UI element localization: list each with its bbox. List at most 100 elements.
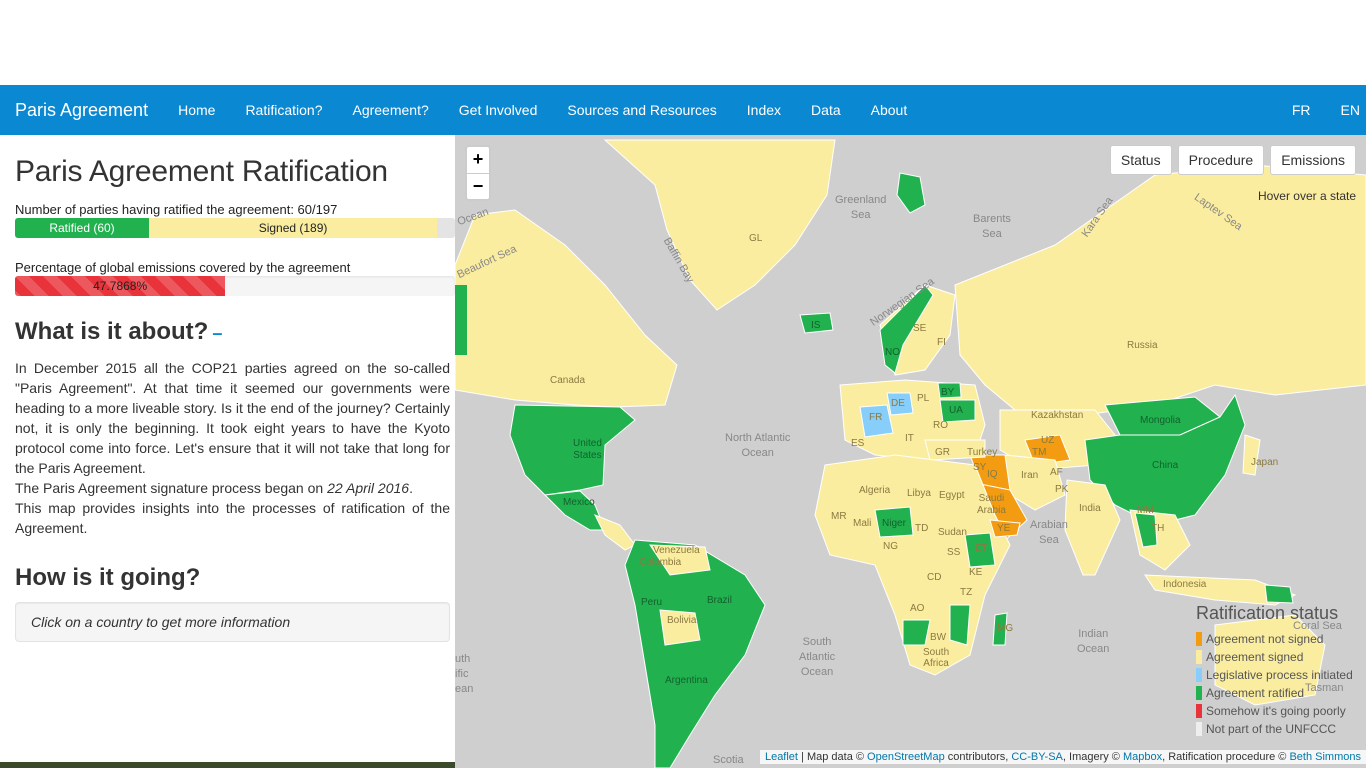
sea-label-indian: Indian Ocean: [1077, 628, 1110, 655]
label-pk: PK: [1055, 484, 1069, 495]
lang-en-link[interactable]: EN: [1317, 85, 1366, 135]
collapse-toggle[interactable]: –: [212, 323, 222, 343]
label-niger: Niger: [882, 518, 906, 529]
nav-item-sources[interactable]: Sources and Resources: [552, 85, 731, 135]
nav-menu: Home Ratification? Agreement? Get Involv…: [163, 85, 922, 135]
label-fi: FI: [937, 337, 946, 348]
label-ye: YE: [997, 523, 1011, 534]
label-af: AF: [1050, 467, 1063, 478]
ratified-segment: Ratified (60): [15, 218, 149, 238]
mapbox-link[interactable]: Mapbox: [1123, 751, 1162, 763]
label-uz: UZ: [1041, 435, 1055, 446]
label-sudan: Sudan: [938, 527, 967, 538]
page-title: Paris Agreement Ratification: [15, 155, 388, 188]
label-mg: MG: [997, 623, 1014, 634]
label-kazakhstan: Kazakhstan: [1031, 410, 1084, 421]
map-attribution: Leaflet | Map data © OpenStreetMap contr…: [759, 750, 1366, 764]
mozambique-shape: [949, 604, 971, 646]
parties-label: Number of parties having ratified the ag…: [15, 202, 338, 217]
emissions-segment: 47.7868%: [15, 276, 226, 296]
nav-item-data[interactable]: Data: [796, 85, 856, 135]
osm-link[interactable]: OpenStreetMap: [867, 751, 945, 763]
label-japan: Japan: [1251, 457, 1279, 468]
about-heading: What is it about? –: [15, 318, 450, 346]
nav-item-agreement[interactable]: Agreement?: [337, 85, 443, 135]
label-iran: Iran: [1021, 470, 1039, 481]
label-indonesia: Indonesia: [1163, 579, 1207, 590]
label-china: China: [1152, 460, 1179, 471]
signature-suffix: .: [409, 480, 413, 496]
legend-label: Not part of the UNFCCC: [1206, 722, 1337, 736]
emissions-label: Percentage of global emissions covered b…: [15, 260, 351, 275]
legend-item-poorly: Somehow it's going poorly: [1196, 702, 1362, 720]
label-colombia: Colombia: [639, 557, 682, 568]
ccbysa-link[interactable]: CC-BY-SA: [1011, 751, 1063, 763]
png-shape: [1264, 584, 1294, 604]
label-ro: RO: [933, 420, 948, 431]
label-peru: Peru: [641, 597, 663, 608]
legend-item-signed: Agreement signed: [1196, 648, 1362, 666]
going-heading: How is it going?: [15, 564, 201, 591]
attribution-text-4: , Ratification procedure ©: [1162, 751, 1290, 763]
navbar: Paris Agreement Home Ratification? Agree…: [0, 85, 1366, 135]
bottom-strip: [0, 762, 455, 768]
top-blank-area: [0, 0, 1366, 85]
legend-item-not-signed: Agreement not signed: [1196, 630, 1362, 648]
navbar-brand[interactable]: Paris Agreement: [0, 85, 163, 135]
south-america-shape: [624, 539, 766, 768]
ratification-progress-bar: Ratified (60) Signed (189): [15, 218, 455, 238]
label-ss: SS: [947, 547, 961, 558]
legend-item-legislative: Legislative process initiated: [1196, 666, 1362, 684]
remaining-segment: [437, 218, 455, 238]
sea-label-barents: Barents Sea: [973, 213, 1011, 240]
about-heading-text: What is it about?: [15, 318, 209, 345]
label-saudi: Saudi Arabia: [977, 493, 1006, 516]
label-us: United States: [573, 438, 602, 461]
attribution-text-3: , Imagery ©: [1062, 751, 1123, 763]
map-mode-buttons: Status Procedure Emissions: [1109, 145, 1356, 175]
signed-segment: Signed (189): [149, 218, 438, 238]
label-ao: AO: [910, 603, 925, 614]
emissions-button[interactable]: Emissions: [1270, 145, 1356, 175]
label-ke: KE: [969, 567, 983, 578]
label-fr: FR: [869, 412, 883, 423]
label-tm: TM: [1032, 447, 1047, 458]
attribution-text-1: | Map data ©: [797, 751, 868, 763]
label-cd: CD: [927, 572, 942, 583]
lang-fr-link[interactable]: FR: [1268, 85, 1317, 135]
legend-swatch: [1196, 722, 1202, 736]
legend-item-ratified: Agreement ratified: [1196, 684, 1362, 702]
about-paragraph: In December 2015 all the COP21 parties a…: [15, 360, 450, 476]
label-gr: GR: [935, 447, 950, 458]
label-mm: MM: [1137, 505, 1154, 516]
signature-date: 22 April 2016: [327, 480, 410, 496]
language-switch: FR EN: [1268, 85, 1366, 135]
label-mongolia: Mongolia: [1140, 415, 1181, 426]
legend-label: Agreement not signed: [1206, 632, 1324, 646]
sea-label-arabian: Arabian Sea: [1030, 519, 1068, 546]
legend-title: Ratification status: [1196, 603, 1339, 623]
nav-item-get-involved[interactable]: Get Involved: [444, 85, 553, 135]
nav-item-home[interactable]: Home: [163, 85, 230, 135]
attribution-text-2: contributors,: [944, 751, 1012, 763]
zoom-in-button[interactable]: +: [467, 147, 489, 173]
nav-item-about[interactable]: About: [856, 85, 923, 135]
leaflet-link[interactable]: Leaflet: [765, 751, 798, 763]
label-no: NO: [885, 347, 900, 358]
nav-item-ratification[interactable]: Ratification?: [230, 85, 337, 135]
label-tz: TZ: [960, 587, 973, 598]
hover-info: Hover over a state: [1257, 189, 1356, 203]
sidebar: Paris Agreement Ratification Number of p…: [0, 135, 455, 768]
status-button[interactable]: Status: [1109, 145, 1172, 175]
label-de: DE: [891, 398, 905, 409]
label-es: ES: [851, 438, 865, 449]
sea-label-south-pacific: uth ific ean: [455, 653, 474, 695]
nav-item-index[interactable]: Index: [732, 85, 796, 135]
label-brazil: Brazil: [707, 595, 733, 606]
procedure-button[interactable]: Procedure: [1177, 145, 1265, 175]
zoom-out-button[interactable]: −: [467, 173, 489, 199]
sea-label-south-atlantic: South Atlantic Ocean: [799, 636, 836, 678]
beth-simmons-link[interactable]: Beth Simmons: [1289, 751, 1361, 763]
world-map[interactable]: North Atlantic Ocean South Atlantic Ocean I…: [455, 135, 1366, 768]
label-th: TH: [1151, 523, 1165, 534]
